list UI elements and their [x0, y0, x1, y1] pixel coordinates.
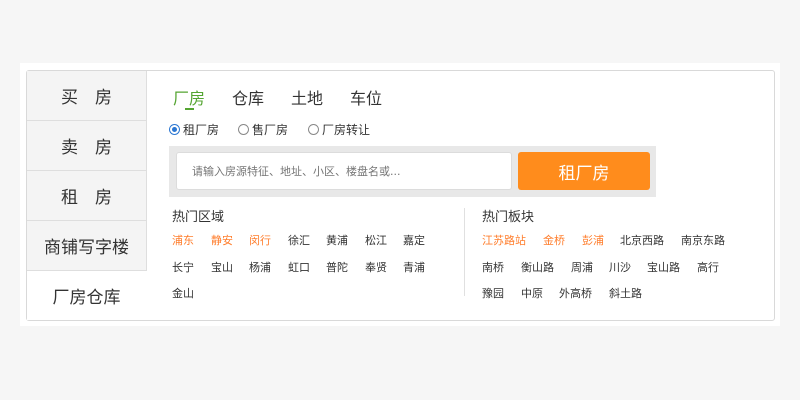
hot-area-link[interactable]: 杨浦: [249, 259, 271, 275]
radio-sell-factory[interactable]: 售厂房: [238, 121, 288, 138]
hot-area-link[interactable]: 奉贤: [365, 259, 387, 275]
hot-block-link[interactable]: 南京东路: [681, 232, 725, 248]
hot-area-link[interactable]: 静安: [211, 232, 233, 248]
sidebar-item-label: 厂房仓库: [52, 288, 121, 308]
hot-block-link[interactable]: 外高桥: [559, 285, 592, 301]
radio-unchecked-icon: [238, 124, 249, 135]
radio-rent-factory[interactable]: 租厂房: [169, 121, 219, 138]
search-button[interactable]: 租厂房: [518, 152, 650, 190]
hot-block-link[interactable]: 高行: [697, 259, 719, 275]
hot-area-link[interactable]: 虹口: [288, 259, 310, 275]
sidebar-nav: 买 房 卖 房 租 房 商铺写字楼 厂房仓库: [27, 71, 147, 320]
tab-factory[interactable]: 厂房: [173, 85, 205, 109]
sidebar-item-rent[interactable]: 租 房: [27, 171, 147, 221]
radio-checked-icon: [169, 124, 180, 135]
hot-area-link[interactable]: 普陀: [326, 259, 348, 275]
hot-block-link[interactable]: 斜土路: [609, 285, 642, 301]
property-search-panel: 买 房 卖 房 租 房 商铺写字楼 厂房仓库 厂房 仓库 土地 车位 租厂房 售…: [26, 70, 775, 321]
hot-blocks-title: 热门板块: [482, 210, 535, 225]
hot-area-link[interactable]: 嘉定: [403, 232, 425, 248]
hot-block-link[interactable]: 衡山路: [521, 259, 554, 275]
sidebar-item-label: 商铺写字楼: [44, 238, 129, 258]
hot-block-link[interactable]: 北京西路: [620, 232, 664, 248]
hot-area-link[interactable]: 青浦: [403, 259, 425, 275]
hot-block-link[interactable]: 金桥: [543, 232, 565, 248]
sidebar-item-factory-warehouse[interactable]: 厂房仓库: [27, 271, 147, 320]
search-bar: 租厂房: [169, 146, 656, 197]
hot-block-link[interactable]: 中原: [521, 285, 543, 301]
hot-area-link[interactable]: 徐汇: [288, 232, 310, 248]
hot-area-link[interactable]: 浦东: [172, 232, 194, 248]
sidebar-item-shops-offices[interactable]: 商铺写字楼: [27, 221, 147, 271]
search-input[interactable]: [176, 152, 512, 190]
radio-factory-transfer[interactable]: 厂房转让: [308, 121, 370, 138]
sidebar-item-label: 租 房: [61, 188, 112, 208]
main-content: 厂房 仓库 土地 车位 租厂房 售厂房 厂房转让 租厂房 热门区域: [147, 71, 774, 320]
hot-area-link[interactable]: 黄浦: [326, 232, 348, 248]
hot-area-link[interactable]: 长宁: [172, 259, 194, 275]
tab-warehouse[interactable]: 仓库: [232, 85, 264, 109]
column-divider: [464, 208, 465, 296]
hot-block-link[interactable]: 豫园: [482, 285, 504, 301]
hot-block-link[interactable]: 宝山路: [647, 259, 680, 275]
sidebar-item-sell[interactable]: 卖 房: [27, 121, 147, 171]
radio-label: 厂房转让: [322, 123, 371, 137]
radio-unchecked-icon: [308, 124, 319, 135]
tab-land[interactable]: 土地: [291, 85, 323, 109]
tab-parking[interactable]: 车位: [350, 85, 382, 109]
hot-block-link[interactable]: 川沙: [609, 259, 631, 275]
sidebar-item-label: 买 房: [61, 88, 112, 108]
active-tab-underline: [185, 108, 194, 110]
hot-area-link[interactable]: 闵行: [249, 232, 271, 248]
hot-area-link[interactable]: 宝山: [211, 259, 233, 275]
sidebar-item-buy[interactable]: 买 房: [27, 71, 147, 121]
hot-area-link[interactable]: 松江: [365, 232, 387, 248]
hot-block-link[interactable]: 彭浦: [582, 232, 604, 248]
sidebar-item-label: 卖 房: [61, 138, 112, 158]
hot-block-link[interactable]: 南桥: [482, 259, 504, 275]
hot-block-link[interactable]: 周浦: [571, 259, 593, 275]
radio-label: 售厂房: [252, 123, 289, 137]
hot-block-link[interactable]: 江苏路站: [482, 232, 526, 248]
hot-areas-title: 热门区域: [172, 210, 225, 225]
radio-label: 租厂房: [183, 123, 220, 137]
hot-area-link[interactable]: 金山: [172, 285, 194, 301]
